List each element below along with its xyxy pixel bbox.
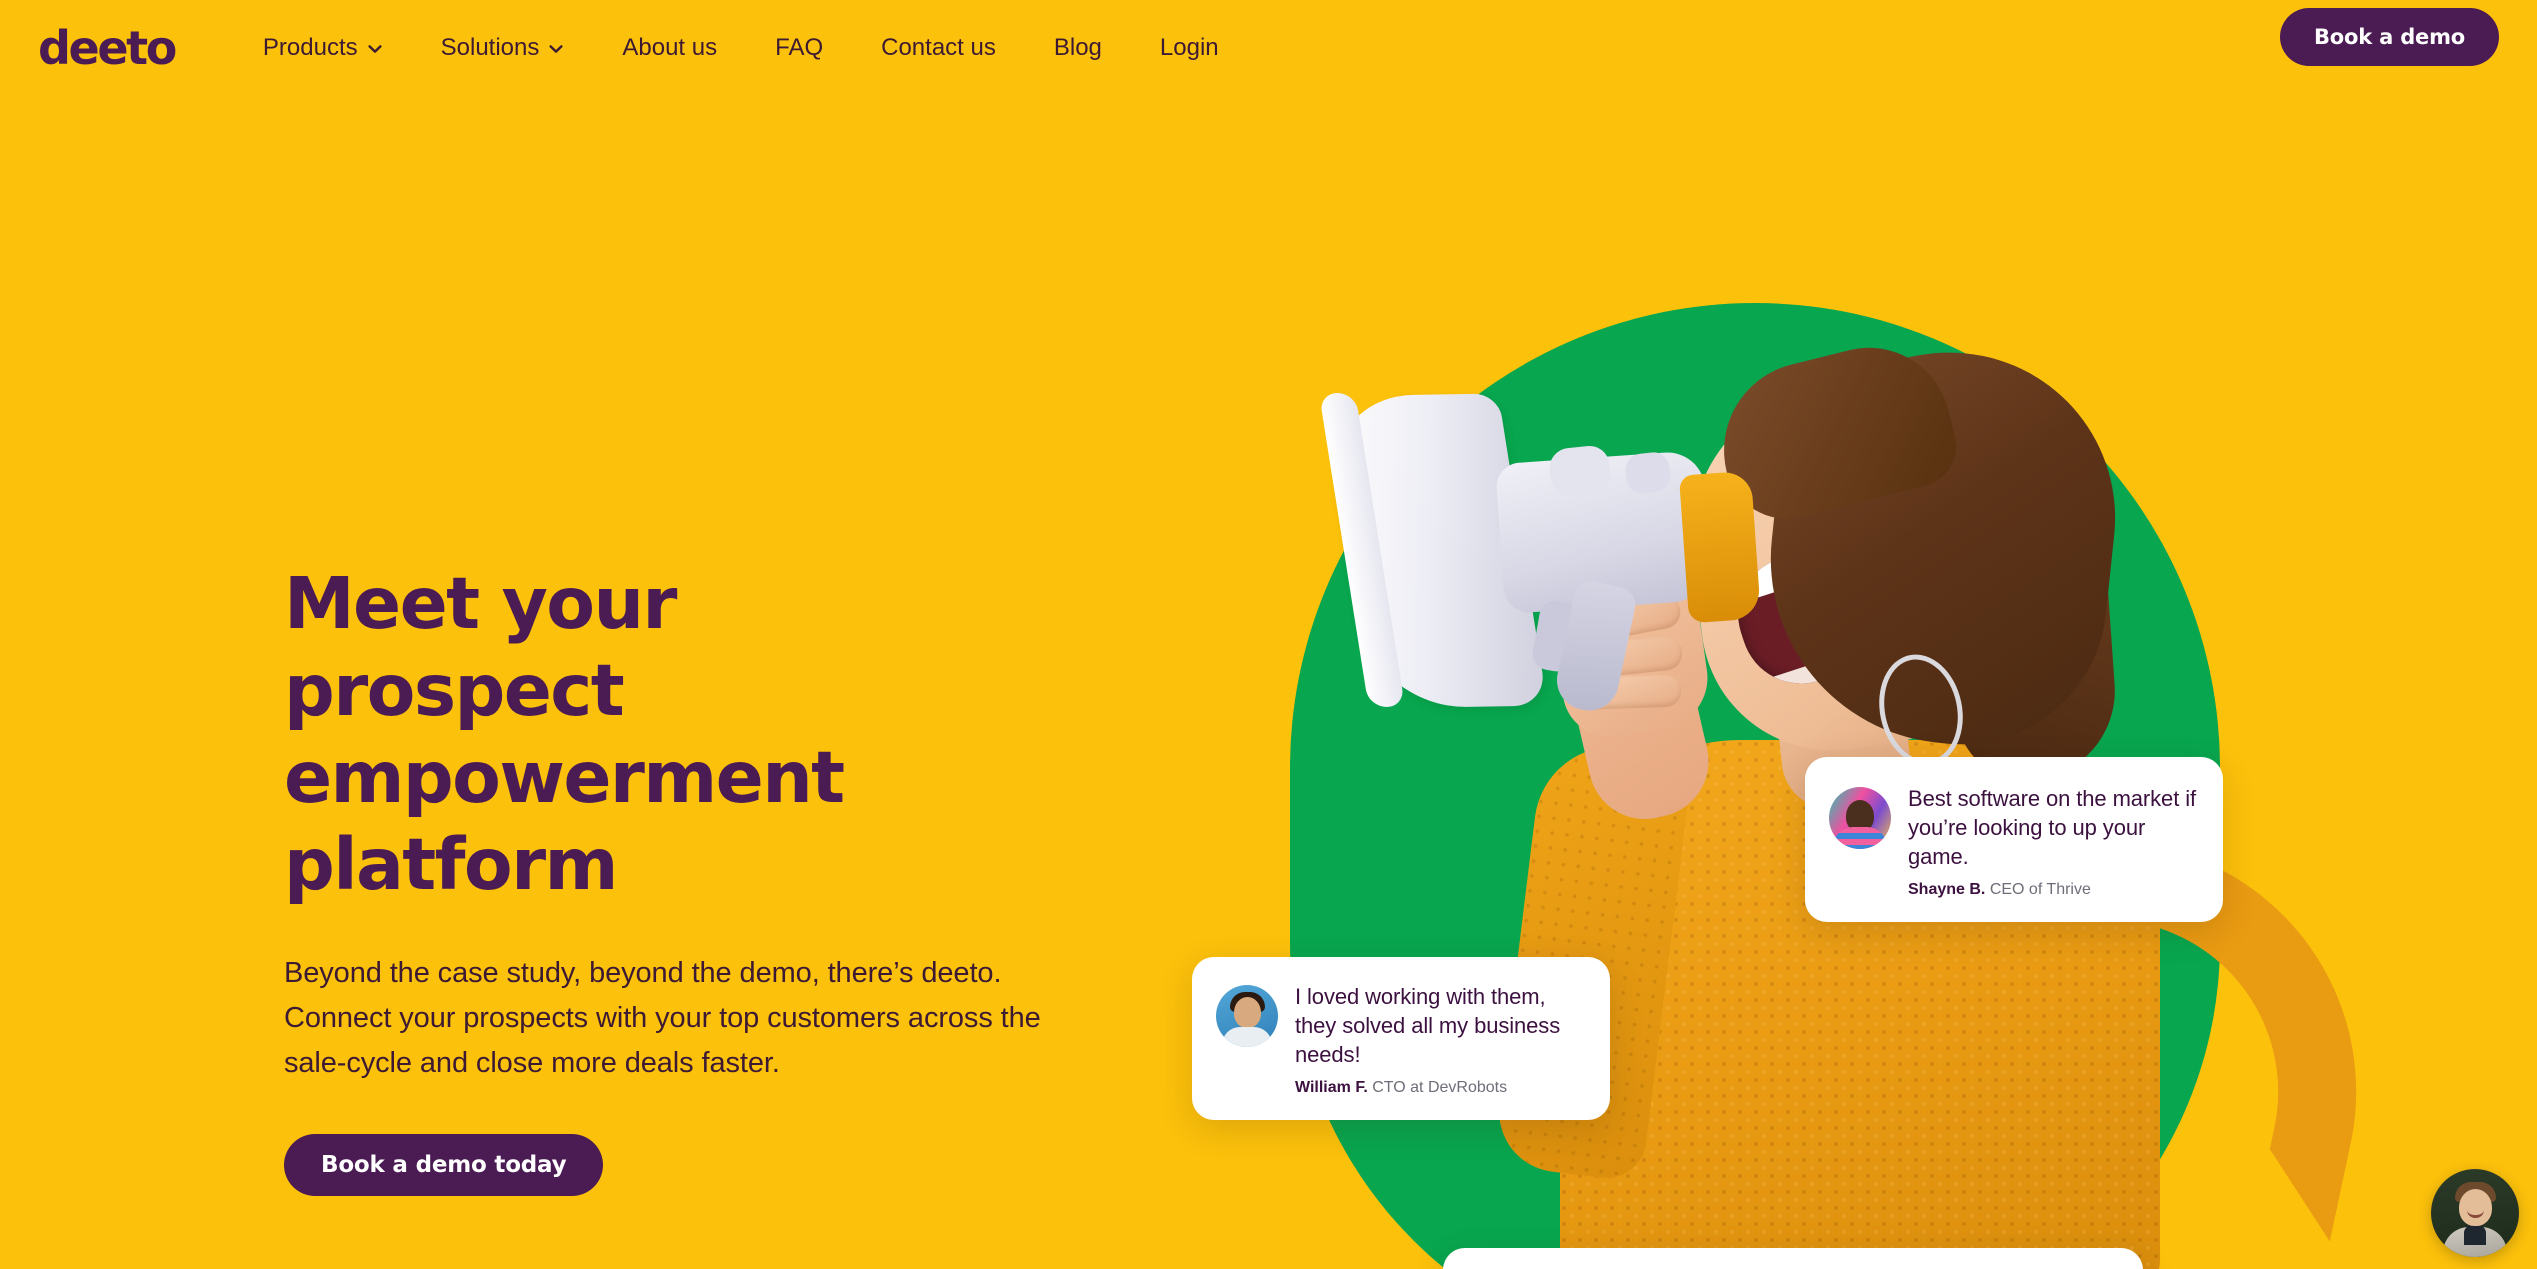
hero-subtitle: Beyond the case study, beyond the demo, … [284, 957, 1041, 1079]
avatar-hoodie [1222, 1027, 1272, 1047]
avatar-face [1234, 997, 1261, 1028]
testimonial-author: Shayne B. [1908, 881, 1986, 898]
chevron-down-icon [548, 41, 564, 57]
nav-item-solutions[interactable]: Solutions [412, 33, 594, 61]
nav-item-label: FAQ [775, 33, 824, 61]
book-a-demo-today-button[interactable]: Book a demo today [284, 1134, 604, 1196]
avatar-shirt [1833, 827, 1887, 849]
book-a-demo-button[interactable]: Book a demo [2279, 8, 2499, 66]
avatar [1216, 985, 1278, 1047]
chat-avatar-collar [2464, 1225, 2486, 1245]
nav-item-contact-us[interactable]: Contact us [852, 33, 1025, 61]
testimonial-body: I loved working with them, they solved a… [1295, 982, 1586, 1098]
testimonial-card-william[interactable]: I loved working with them, they solved a… [1192, 957, 1610, 1120]
nav-item-about-us[interactable]: About us [593, 33, 746, 61]
nav-item-label: Login [1159, 33, 1219, 61]
testimonial-card-shayne[interactable]: Best software on the market if you’re lo… [1805, 757, 2223, 922]
testimonial-quote: Best software on the market if you’re lo… [1908, 786, 2197, 869]
chat-avatar-face [2459, 1189, 2492, 1226]
testimonial-attribution: Shayne B. CEO of Thrive [1908, 880, 2197, 900]
chat-launcher-avatar[interactable] [2431, 1169, 2519, 1257]
nav-item-label: Solutions [440, 33, 540, 61]
nav-item-label: Products [262, 33, 358, 61]
nav-item-label: Contact us [881, 33, 996, 61]
deeto-logo[interactable]: deeto [38, 25, 177, 71]
hero-copy: Meet your prospect empowerment platform … [284, 560, 1104, 1196]
nav-item-label: Blog [1053, 33, 1102, 61]
testimonial-author: William F. [1295, 1079, 1368, 1096]
testimonial-role: CEO of Thrive [1989, 881, 2091, 898]
megaphone-yellow-band [1678, 470, 1762, 624]
top-navigation-bar: deeto Products Solutions About us FAQ Co… [0, 0, 2537, 95]
testimonial-attribution: William F. CTO at DevRobots [1295, 1078, 1586, 1098]
nav-item-label: About us [622, 33, 718, 61]
testimonial-body: Best software on the market if you’re lo… [1908, 784, 2197, 900]
landing-page: deeto Products Solutions About us FAQ Co… [0, 0, 2537, 1269]
nav-item-products[interactable]: Products [234, 33, 412, 61]
nav-item-blog[interactable]: Blog [1025, 33, 1131, 61]
testimonial-quote: I loved working with them, they solved a… [1295, 984, 1561, 1067]
avatar [1829, 787, 1891, 849]
megaphone-knob-secondary [1624, 450, 1672, 496]
testimonial-role: CTO at DevRobots [1372, 1079, 1508, 1096]
nav-item-login[interactable]: Login [1131, 33, 1248, 61]
chevron-down-icon [367, 41, 383, 57]
megaphone-icon [1318, 392, 1830, 755]
testimonial-card-partial[interactable] [1443, 1248, 2143, 1269]
nav-item-faq[interactable]: FAQ [746, 33, 852, 61]
page-title: Meet your prospect empowerment platform [284, 562, 845, 906]
nav-links: Products Solutions About us FAQ Contact … [234, 33, 1248, 61]
